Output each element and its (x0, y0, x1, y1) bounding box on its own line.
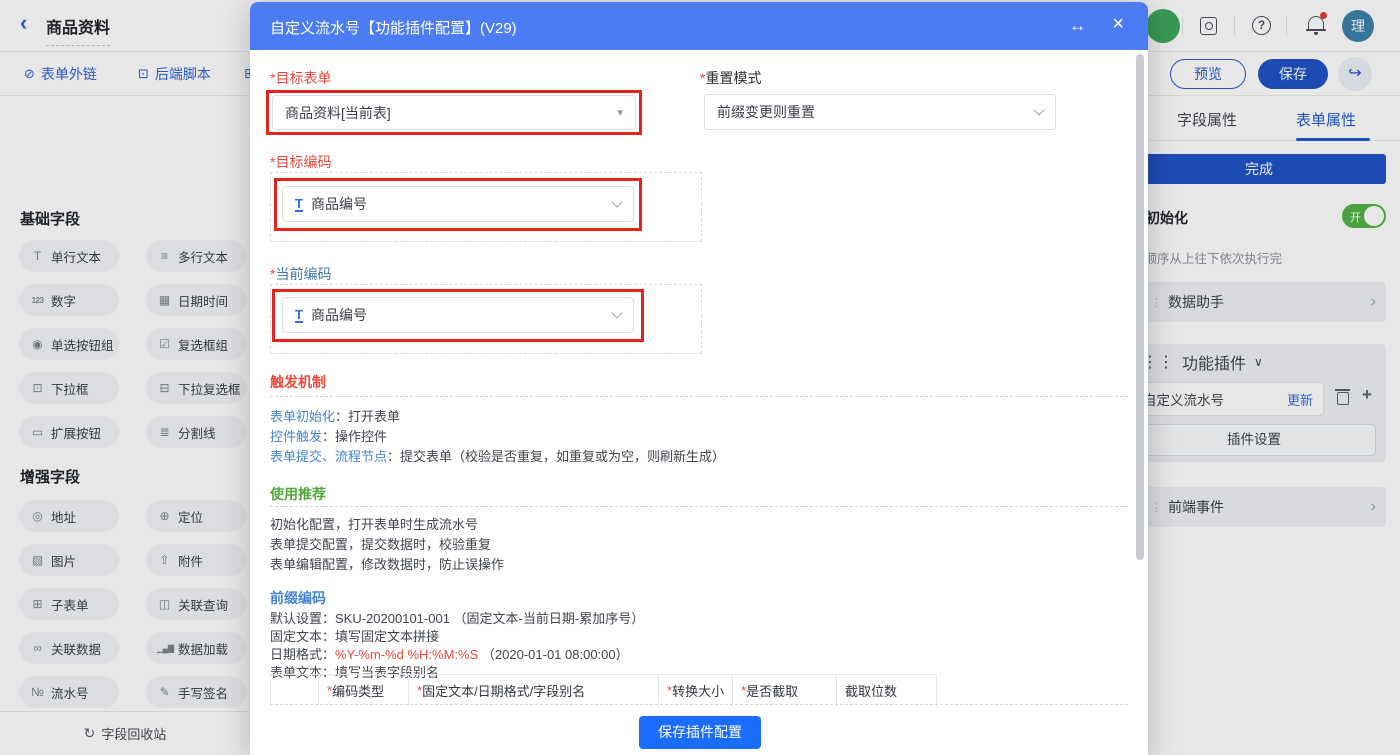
header-text: 是否截取 (746, 681, 798, 700)
trigger-link[interactable]: 表单提交、流程节点 (270, 449, 387, 464)
prefix-line: 默认设置：SKU-20200101-001 （固定文本-当前日期-累加序号） (270, 608, 644, 627)
prefix-label: 默认设置： (270, 611, 335, 626)
table-header-truncate-digits: 截取位数 (837, 675, 937, 706)
prefix-label: 固定文本： (270, 629, 335, 644)
usage-line: 初始化配置，打开表单时生成流水号 (270, 514, 478, 533)
target-code-label: *目标编码 (270, 152, 331, 172)
expand-icon[interactable]: ↔ (1069, 16, 1086, 36)
dashed-divider (270, 396, 1128, 397)
usage-line: 表单提交配置，提交数据时，校验重复 (270, 534, 491, 553)
chevron-down-icon (611, 307, 622, 318)
chevron-down-icon (1033, 104, 1044, 115)
save-plugin-config-button[interactable]: 保存插件配置 (639, 716, 761, 749)
current-code-value: 商品编号 (311, 305, 605, 325)
header-text: 截取位数 (845, 681, 897, 700)
header-text: 转换大小 (672, 681, 724, 700)
prefix-line: 日期格式：%Y-%m-%d %H:%M:%S （2020-01-01 08:00… (270, 644, 629, 663)
trigger-link[interactable]: 表单初始化 (270, 409, 335, 424)
date-format-code: %Y-%m-%d %H:%M:%S (335, 647, 478, 662)
usage-heading: 使用推荐 (270, 484, 326, 504)
trigger-link[interactable]: 控件触发 (270, 429, 322, 444)
header-text: 固定文本/日期格式/字段别名 (422, 681, 585, 700)
prefix-heading: 前缀编码 (270, 588, 326, 608)
current-code-label: *当前编码 (270, 264, 331, 284)
header-text: 编码类型 (332, 681, 384, 700)
modal-footer: 保存插件配置 (250, 710, 1148, 755)
target-code-value: 商品编号 (311, 194, 605, 214)
trigger-text: ：提交表单（校验是否重复，如重复或为空，则刷新生成） (387, 449, 725, 464)
text-field-icon: T (295, 197, 303, 212)
dashed-divider (270, 704, 1128, 705)
reset-mode-select[interactable]: 前缀变更则重置 (704, 94, 1056, 130)
table-header-case-convert: *转换大小 (659, 675, 733, 706)
prefix-config-table: *编码类型 *固定文本/日期格式/字段别名 *转换大小 *是否截取 截取位数 (270, 674, 937, 706)
prefix-value: （2020-01-01 08:00:00） (478, 647, 628, 662)
prefix-label: 日期格式： (270, 647, 335, 662)
usage-line: 表单编辑配置，修改数据时，防止误操作 (270, 554, 504, 573)
trigger-line: 表单提交、流程节点：提交表单（校验是否重复，如重复或为空，则刷新生成） (270, 446, 725, 465)
caret-down-icon: ▾ (617, 106, 623, 119)
current-code-select[interactable]: T 商品编号 (282, 297, 634, 333)
current-code-text: 当前编码 (275, 266, 331, 282)
trigger-line: 表单初始化：打开表单 (270, 406, 400, 425)
close-icon[interactable]: × (1112, 14, 1124, 34)
trigger-text: ：打开表单 (335, 409, 400, 424)
reset-mode-value: 前缀变更则重置 (717, 102, 1027, 122)
dashed-divider (270, 506, 1128, 507)
reset-mode-label: *重置模式 (700, 68, 761, 88)
target-code-select[interactable]: T 商品编号 (282, 186, 634, 222)
table-header-truncate: *是否截取 (733, 675, 837, 706)
trigger-line: 控件触发：操作控件 (270, 426, 387, 445)
text-field-icon: T (295, 308, 303, 323)
table-header-fixed-text: *固定文本/日期格式/字段别名 (409, 675, 659, 706)
trigger-heading: 触发机制 (270, 372, 326, 392)
table-header-code-type: *编码类型 (319, 675, 409, 706)
prefix-value: 填写固定文本拼接 (335, 629, 439, 644)
chevron-down-icon (611, 196, 622, 207)
plugin-config-modal: 自定义流水号【功能插件配置】(V29) ↔ × *目标表单 商品资料[当前表] … (250, 2, 1148, 755)
modal-scrollbar[interactable] (1136, 54, 1144, 560)
target-form-select[interactable]: 商品资料[当前表] ▾ (272, 95, 636, 130)
reset-mode-text: 重置模式 (705, 70, 761, 86)
target-form-label: *目标表单 (270, 68, 331, 88)
prefix-line: 固定文本：填写固定文本拼接 (270, 626, 439, 645)
trigger-text: ：操作控件 (322, 429, 387, 444)
modal-header: 自定义流水号【功能插件配置】(V29) ↔ × (250, 2, 1148, 50)
target-form-value: 商品资料[当前表] (285, 103, 609, 123)
modal-title: 自定义流水号【功能插件配置】(V29) (270, 17, 517, 38)
prefix-value: SKU-20200101-001 （固定文本-当前日期-累加序号） (335, 611, 644, 626)
table-header-empty (271, 675, 319, 706)
